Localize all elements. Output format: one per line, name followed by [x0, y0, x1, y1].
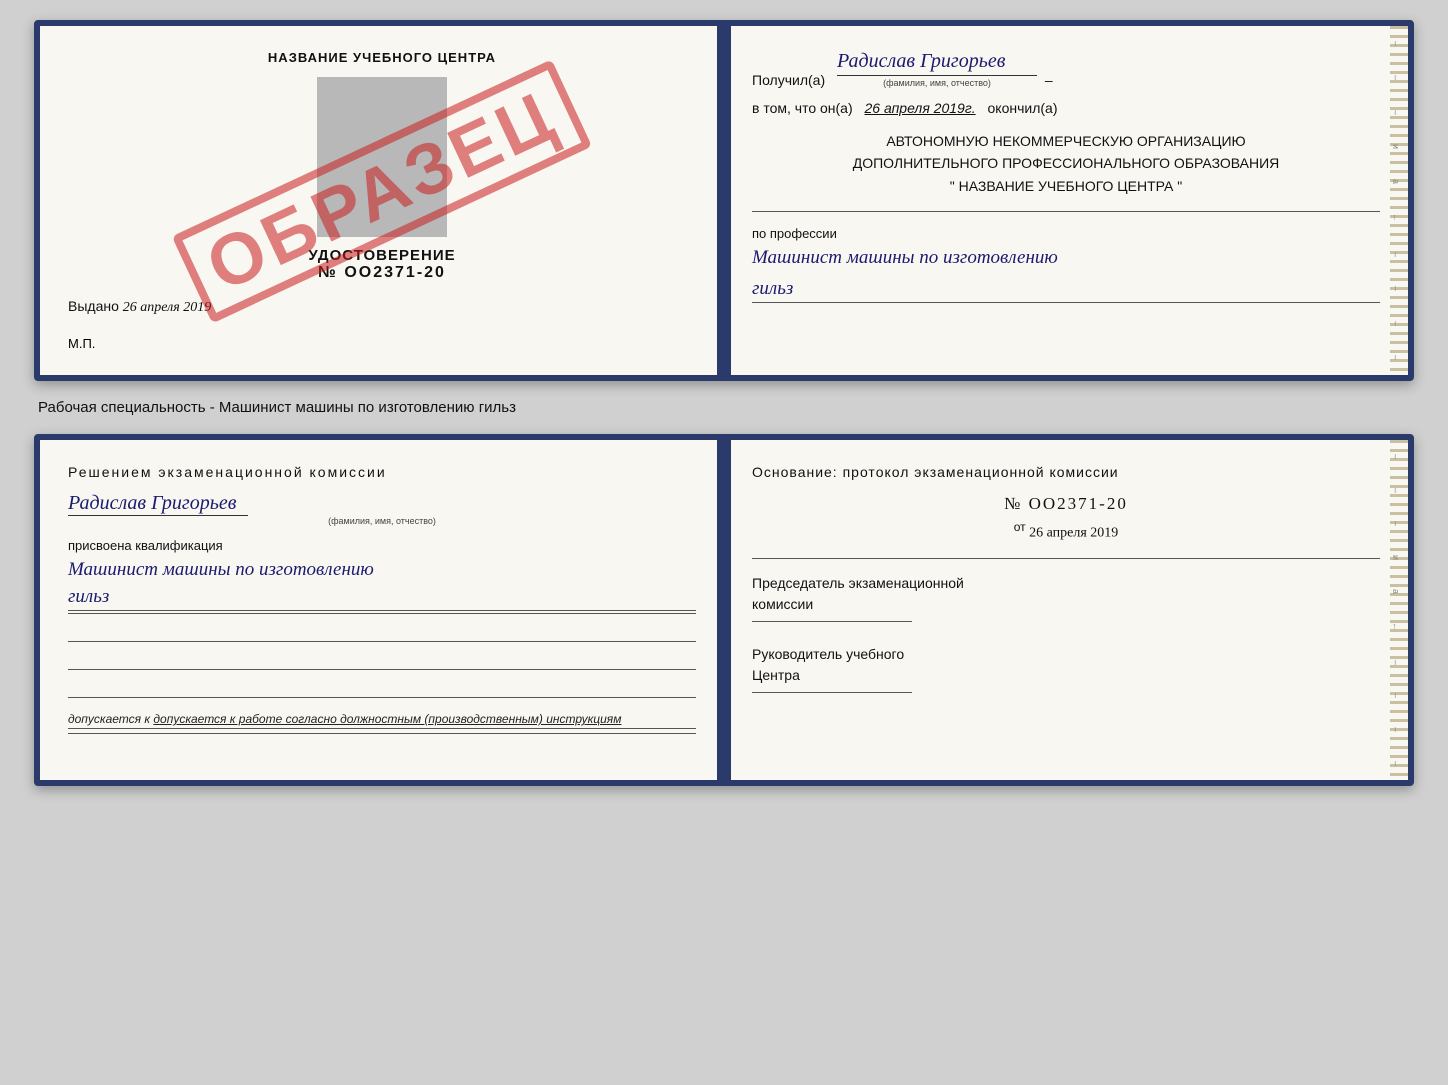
decision-header: Решением экзаменационной комиссии [68, 464, 696, 480]
name-block: Радислав Григорьев (фамилия, имя, отчест… [68, 492, 696, 526]
director-block: Руководитель учебного Центра [752, 644, 1380, 693]
protocol-separator [752, 558, 1380, 559]
issued-prefix: Выдано [68, 298, 119, 314]
admission-prefix: допускается к [68, 712, 153, 726]
bottom-book-right-page: Основание: протокол экзаменационной коми… [724, 440, 1408, 780]
annot-i: и [1391, 144, 1401, 149]
issued-date: 26 апреля 2019 [123, 300, 211, 315]
admission-text: допускается к допускается к работе согла… [68, 710, 696, 729]
empty-line-3 [68, 678, 696, 698]
annot-arrow: ← [1391, 213, 1401, 222]
b-annot-i: и [1391, 555, 1401, 560]
between-label: Рабочая специальность - Машинист машины … [34, 399, 516, 416]
b-annot-a: а [1391, 589, 1401, 594]
profession-value-line1: Машинист машины по изготовлению [752, 245, 1380, 272]
annot-dash7: – [1391, 355, 1401, 360]
from-prefix: от [1014, 520, 1026, 534]
certificate-container: НАЗВАНИЕ УЧЕБНОГО ЦЕНТРА УДОСТОВЕРЕНИЕ №… [34, 20, 1414, 786]
annot-dash5: – [1391, 286, 1401, 291]
qual-line1: Машинист машины по изготовлению [68, 557, 696, 584]
annot-dash1: – [1391, 41, 1401, 46]
empty-line-1 [68, 622, 696, 642]
org-line3: " НАЗВАНИЕ УЧЕБНОГО ЦЕНТРА " [752, 175, 1380, 197]
b-annot-dash5: – [1391, 693, 1401, 698]
bottom-book-left-page: Решением экзаменационной комиссии Радисл… [40, 440, 724, 780]
org-block: АВТОНОМНУЮ НЕКОММЕРЧЕСКУЮ ОРГАНИЗАЦИЮ ДО… [752, 130, 1380, 197]
director-label2: Центра [752, 665, 1380, 686]
qualification-value: Машинист машины по изготовлению гильз [68, 557, 696, 614]
protocol-number: № OO2371-20 [752, 494, 1380, 514]
date-suffix: окончил(а) [988, 100, 1058, 116]
org-line2: ДОПОЛНИТЕЛЬНОГО ПРОФЕССИОНАЛЬНОГО ОБРАЗО… [752, 152, 1380, 174]
chairman-label1: Председатель экзаменационной [752, 573, 1380, 594]
cert-number: № OO2371-20 [68, 264, 696, 282]
photo-placeholder [317, 77, 447, 237]
annot-a: а [1391, 179, 1401, 184]
admission-underline [68, 733, 696, 734]
recipient-name: Радислав Григорьев [837, 50, 1037, 76]
profession-value: Машинист машины по изготовлению гильз [752, 245, 1380, 303]
fio-hint: (фамилия, имя, отчество) [837, 78, 1037, 88]
cert-issued-line: Выдано 26 апреля 2019 [68, 298, 696, 316]
annot-dash6: – [1391, 321, 1401, 326]
qual-line2: гильз [68, 584, 696, 612]
right-annotations-bottom: – – – и а ← – – – – [1386, 440, 1408, 780]
date-line: в том, что он(а) 26 апреля 2019г. окончи… [752, 100, 1380, 116]
recipient-line: Получил(а) Радислав Григорьев (фамилия, … [752, 50, 1380, 88]
admission-value: допускается к работе согласно должностны… [153, 712, 621, 726]
bottom-fio-hint: (фамилия, имя, отчество) [68, 516, 696, 526]
org-line1: АВТОНОМНУЮ НЕКОММЕРЧЕСКУЮ ОРГАНИЗАЦИЮ [752, 130, 1380, 152]
qualification-label: присвоена квалификация [68, 538, 696, 553]
date-value: 26 апреля 2019г. [865, 100, 976, 116]
top-book: НАЗВАНИЕ УЧЕБНОГО ЦЕНТРА УДОСТОВЕРЕНИЕ №… [34, 20, 1414, 381]
mp-label: М.П. [68, 336, 696, 351]
protocol-date: от 26 апреля 2019 [752, 520, 1380, 542]
date-prefix: в том, что он(а) [752, 100, 853, 116]
foundation-block: Основание: протокол экзаменационной коми… [752, 464, 1380, 480]
annot-dash4: – [1391, 252, 1401, 257]
chairman-label2: комиссии [752, 594, 1380, 615]
b-annot-dash6: – [1391, 727, 1401, 732]
director-sign-line [752, 692, 912, 693]
chairman-sign-line [752, 621, 912, 622]
profession-label: по профессии [752, 226, 1380, 241]
separator-line [752, 211, 1380, 212]
b-annot-arrow: ← [1391, 622, 1401, 631]
bottom-book: Решением экзаменационной комиссии Радисл… [34, 434, 1414, 786]
b-annot-dash1: – [1391, 454, 1401, 459]
cert-label: УДОСТОВЕРЕНИЕ [68, 247, 696, 264]
protocol-date-value: 26 апреля 2019 [1029, 526, 1118, 541]
profession-value-line2: гильз [752, 276, 1380, 304]
empty-line-2 [68, 650, 696, 670]
top-book-left-page: НАЗВАНИЕ УЧЕБНОГО ЦЕНТРА УДОСТОВЕРЕНИЕ №… [40, 26, 724, 375]
annot-dash2: – [1391, 75, 1401, 80]
right-annotations: – – – и а ← – – – – [1386, 26, 1408, 375]
b-annot-dash4: – [1391, 660, 1401, 665]
annot-dash3: – [1391, 110, 1401, 115]
director-label1: Руководитель учебного [752, 644, 1380, 665]
b-annot-dash2: – [1391, 488, 1401, 493]
bottom-recipient-name: Радислав Григорьев [68, 492, 248, 516]
b-annot-dash3: – [1391, 521, 1401, 526]
top-book-right-page: Получил(а) Радислав Григорьев (фамилия, … [724, 26, 1408, 375]
received-prefix: Получил(а) [752, 72, 825, 88]
b-annot-dash7: – [1391, 761, 1401, 766]
cert-training-center-title: НАЗВАНИЕ УЧЕБНОГО ЦЕНТРА [68, 50, 696, 65]
chairman-block: Председатель экзаменационной комиссии [752, 573, 1380, 622]
